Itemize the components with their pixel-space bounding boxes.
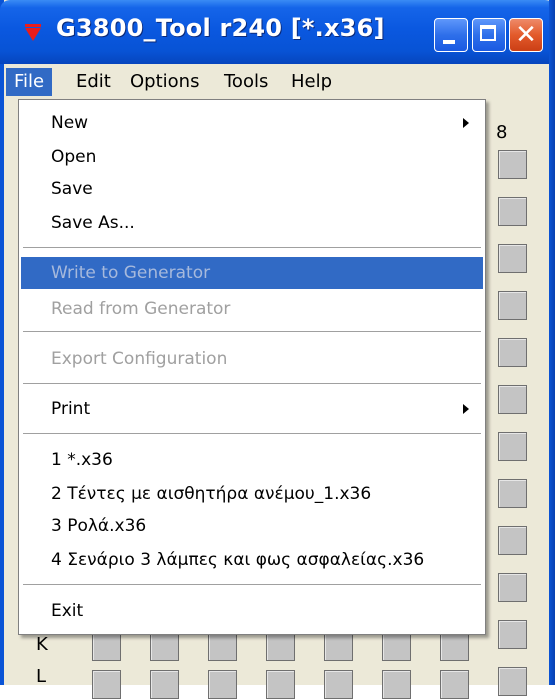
menu-item-recent-file-3[interactable]: 3 Ρολά.x36 — [21, 510, 483, 542]
close-button[interactable]: ✕ — [509, 18, 543, 52]
grid-cell[interactable] — [440, 632, 469, 661]
menu-separator — [23, 331, 481, 332]
menu-item-label: 3 Ρολά.x36 — [51, 516, 147, 536]
grid-cell[interactable] — [150, 632, 179, 661]
grid-cell[interactable] — [382, 632, 411, 661]
grid-cell[interactable] — [208, 632, 237, 661]
file-menu-dropdown: New Open Save Save As... Write to Genera… — [18, 99, 486, 635]
menu-help[interactable]: Help — [283, 68, 340, 96]
menu-item-new[interactable]: New — [21, 107, 483, 139]
grid-cell[interactable] — [266, 632, 295, 661]
grid-row-label: K — [36, 634, 48, 655]
menu-item-label: Open — [51, 147, 97, 167]
maximize-button[interactable] — [472, 18, 506, 52]
menu-item-print[interactable]: Print — [21, 393, 483, 425]
menu-item-recent-file-1[interactable]: 1 *.x36 — [21, 444, 483, 476]
menu-item-open[interactable]: Open — [21, 141, 483, 173]
menu-item-save[interactable]: Save — [21, 173, 483, 205]
menu-item-label: New — [51, 113, 89, 133]
red-triangle-icon — [25, 24, 41, 41]
application-window: G3800_Tool r240 [*.x36] ✕ File Edit Opti… — [0, 0, 555, 699]
menu-item-label: Export Configuration — [51, 349, 228, 369]
menu-item-recent-file-4[interactable]: 4 Σενάριο 3 λάμπες και φως ασφαλείας.x36 — [21, 544, 483, 576]
menu-item-write-to-generator[interactable]: Write to Generator — [21, 257, 483, 289]
window-title: G3800_Tool r240 [*.x36] — [56, 14, 385, 42]
grid-cell[interactable] — [498, 667, 527, 696]
grid-cell[interactable] — [498, 291, 527, 320]
menu-item-label: Print — [51, 399, 91, 419]
menu-item-exit[interactable]: Exit — [21, 595, 483, 627]
grid-cell[interactable] — [498, 479, 527, 508]
menu-item-label: Save As... — [51, 213, 135, 233]
minimize-icon — [443, 40, 455, 44]
grid-column-header: 8 — [496, 122, 508, 143]
grid-cell[interactable] — [498, 526, 527, 555]
submenu-arrow-icon — [463, 404, 469, 414]
menu-separator — [23, 433, 481, 434]
menu-item-label: 4 Σενάριο 3 λάμπες και φως ασφαλείας.x36 — [51, 550, 425, 570]
grid-cell[interactable] — [498, 338, 527, 367]
grid-cell[interactable] — [324, 632, 353, 661]
minimize-button[interactable] — [434, 18, 468, 52]
menu-options[interactable]: Options — [122, 68, 207, 96]
grid-cell[interactable] — [498, 432, 527, 461]
grid-cell[interactable] — [498, 244, 527, 273]
menu-file[interactable]: File — [6, 68, 53, 96]
menu-item-read-from-generator[interactable]: Read from Generator — [21, 293, 483, 325]
menu-separator — [23, 247, 481, 248]
menu-edit[interactable]: Edit — [68, 68, 119, 96]
menu-item-label: 1 *.x36 — [51, 450, 113, 470]
submenu-arrow-icon — [463, 118, 469, 128]
menu-item-label: Write to Generator — [51, 263, 211, 283]
menu-item-label: Save — [51, 179, 93, 199]
menu-separator — [23, 584, 481, 585]
menu-item-label: 2 Τέντες με αισθητήρα ανέμου_1.x36 — [51, 484, 372, 504]
menu-item-export-configuration[interactable]: Export Configuration — [21, 343, 483, 375]
menu-item-save-as[interactable]: Save As... — [21, 207, 483, 239]
menu-item-label: Read from Generator — [51, 299, 231, 319]
menu-item-label: Exit — [51, 601, 84, 621]
grid-cell[interactable] — [498, 150, 527, 179]
grid-cell[interactable] — [498, 573, 527, 602]
menu-bar: File Edit Options Tools Help — [4, 64, 549, 100]
grid-cell[interactable] — [498, 385, 527, 414]
grid-cell[interactable] — [498, 197, 527, 226]
close-icon: ✕ — [515, 20, 537, 50]
title-bar[interactable]: G3800_Tool r240 [*.x36] ✕ — [0, 0, 555, 64]
grid-cell[interactable] — [498, 620, 527, 649]
menu-item-recent-file-2[interactable]: 2 Τέντες με αισθητήρα ανέμου_1.x36 — [21, 478, 483, 510]
menu-separator — [23, 383, 481, 384]
grid-cell[interactable] — [92, 632, 121, 661]
grid-row-label: L — [36, 666, 47, 687]
menu-tools[interactable]: Tools — [216, 68, 276, 96]
maximize-icon — [480, 25, 496, 41]
